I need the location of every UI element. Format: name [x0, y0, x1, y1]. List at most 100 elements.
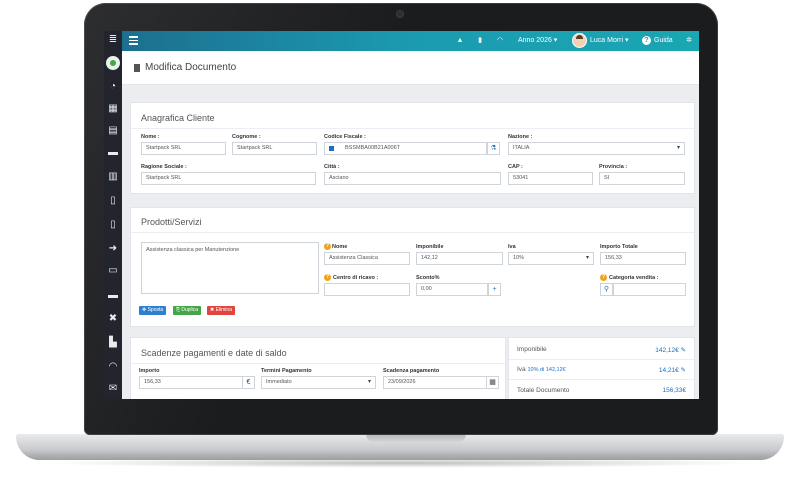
categoria-field[interactable]: [613, 283, 686, 296]
warning-icon: ?: [324, 243, 331, 250]
laptop-base-notch: [366, 434, 466, 442]
briefcase-icon[interactable]: ▬: [107, 147, 119, 159]
page-title: Modifica Documento: [145, 62, 237, 73]
citta-field[interactable]: Asciano: [324, 172, 501, 185]
app-logo-icon[interactable]: [106, 56, 120, 70]
divider: [131, 232, 694, 233]
chevron-down-icon: ▾: [367, 379, 371, 385]
importo-totale-label: Importo Totale: [600, 244, 638, 250]
login-icon[interactable]: ➜: [107, 243, 119, 255]
sidebar: ≣ ◔ ▦ ▤ ▬ ▥ ▯ ▯ ➜ ▭ ▬ ✖ ▙ ◠ ✉: [104, 31, 122, 399]
product-name-label: Nome: [332, 244, 348, 250]
imponibile-label: Imponibile: [416, 244, 444, 250]
file-icon[interactable]: ▯: [107, 195, 119, 207]
cognome-label: Cognome :: [232, 134, 261, 140]
sconto-field[interactable]: 0,00: [416, 283, 488, 296]
citta-label: Città :: [324, 164, 340, 170]
sidebar-menu-icon[interactable]: ≣: [107, 34, 119, 46]
centro-ricavo-field[interactable]: [324, 283, 410, 296]
headset-icon[interactable]: ◠: [107, 361, 119, 373]
mail-icon[interactable]: ✉: [107, 383, 119, 395]
help-icon[interactable]: ?: [642, 36, 651, 45]
calendar-icon[interactable]: ▦: [107, 103, 119, 115]
headset-icon[interactable]: ◠: [496, 37, 504, 45]
bell-icon[interactable]: ▲: [456, 37, 464, 45]
elimina-button[interactable]: ✖ Elimina: [207, 306, 235, 315]
ragione-sociale-field[interactable]: Startpack SRL: [141, 172, 316, 185]
termini-label: Termini Pagamento: [261, 368, 312, 374]
hamburger-menu-icon[interactable]: [129, 36, 138, 45]
screen: ≣ ◔ ▦ ▤ ▬ ▥ ▯ ▯ ➜ ▭ ▬ ✖ ▙ ◠ ✉ ▲ ▮ ◠ Anno…: [104, 31, 699, 399]
importo-totale-field[interactable]: 156,33: [600, 252, 686, 265]
divider: [131, 363, 505, 364]
payment-importo-field[interactable]: 156,33: [139, 376, 243, 389]
ragione-sociale-label: Ragione Sociale :: [141, 164, 187, 170]
scadenza-field[interactable]: 23/09/2026: [383, 376, 487, 389]
products-card: Prodotti/Servizi Assistenza classica per…: [130, 207, 695, 327]
year-selector[interactable]: Anno 2026 ▾: [518, 31, 557, 51]
gears-icon[interactable]: ✲: [685, 37, 693, 45]
chart-icon[interactable]: ▙: [107, 337, 119, 349]
cognome-field[interactable]: Startpack SRL: [232, 142, 317, 155]
description-textarea[interactable]: Assistenza classica per Manutenzione: [141, 242, 319, 294]
clipboard-icon[interactable]: ▤: [107, 125, 119, 137]
sconto-add-button[interactable]: +: [488, 283, 501, 296]
box-icon[interactable]: ▬: [107, 290, 119, 302]
iva-summary-detail: 10% di 142,12€: [527, 367, 566, 373]
divider: [509, 379, 694, 380]
divider: [509, 359, 694, 360]
imponibile-summary-value[interactable]: 142,12€ ✎: [655, 346, 686, 354]
book-icon[interactable]: ▮: [476, 37, 484, 45]
top-bar: ▲ ▮ ◠ Anno 2026 ▾ Luca Morri ▾ ? Guida ✲: [122, 31, 699, 51]
duplica-button[interactable]: ⎘ Duplica: [173, 306, 202, 315]
nazione-select[interactable]: ITALIA ▾: [508, 142, 685, 155]
iva-summary-value[interactable]: 14,21€ ✎: [659, 366, 686, 374]
customer-card: Anagrafica Cliente Nome : Startpack SRL …: [130, 102, 695, 194]
user-menu[interactable]: Luca Morri ▾: [590, 31, 629, 51]
sposta-button[interactable]: ✥ Sposta: [139, 306, 167, 315]
cf-lookup-button[interactable]: ⚗: [487, 142, 500, 155]
iva-summary-amount: 14,21€: [658, 367, 679, 374]
cap-field[interactable]: 53041: [508, 172, 593, 185]
imponibile-summary-amount: 142,12€: [655, 347, 679, 354]
categoria-label: Categoria vendita :: [609, 275, 659, 281]
totale-summary-label: Totale Documento: [517, 387, 570, 394]
warning-icon: ?: [600, 274, 607, 281]
laptop-base: [16, 434, 784, 460]
cap-label: CAP :: [508, 164, 523, 170]
iva-summary-label: Iva: [517, 366, 526, 373]
iva-select[interactable]: 10% ▾: [508, 252, 594, 265]
provincia-label: Provincia :: [599, 164, 628, 170]
totale-summary-value: 156,33€: [662, 387, 687, 394]
codice-fiscale-label: Codice Fiscale :: [324, 134, 366, 140]
product-name-field[interactable]: Assistenza Classica: [324, 252, 410, 265]
iva-value: 10%: [513, 255, 525, 261]
file-text-icon[interactable]: ▯: [107, 219, 119, 231]
centro-ricavo-label: Centro di ricavo :: [333, 275, 379, 281]
nazione-label: Nazione :: [508, 134, 533, 140]
edit-icon[interactable]: ✎: [681, 347, 686, 354]
codice-fiscale-field[interactable]: BSSMBA00B21A006T: [324, 142, 487, 155]
nazione-value: ITALIA: [513, 145, 530, 151]
termini-select[interactable]: Immediato ▾: [261, 376, 376, 389]
calculator-icon[interactable]: [329, 146, 334, 151]
iva-label: Iva: [508, 244, 516, 250]
user-avatar[interactable]: [573, 34, 586, 47]
nome-field[interactable]: Startpack SRL: [141, 142, 226, 155]
search-icon[interactable]: ⚲: [600, 283, 613, 296]
chevron-down-icon: ▾: [585, 255, 589, 261]
imponibile-field[interactable]: 142,12: [416, 252, 503, 265]
warning-icon: ?: [324, 274, 331, 281]
nome-label: Nome :: [141, 134, 160, 140]
currency-addon: €: [242, 376, 255, 389]
provincia-field[interactable]: SI: [599, 172, 685, 185]
tools-icon[interactable]: ✖: [107, 313, 119, 325]
dashboard-icon[interactable]: ◔: [107, 81, 119, 93]
document-icon[interactable]: ▥: [107, 171, 119, 183]
calendar-icon[interactable]: ▦: [486, 376, 499, 389]
page-header: Modifica Documento: [122, 51, 699, 85]
divider: [131, 128, 694, 129]
help-link[interactable]: Guida: [654, 31, 673, 51]
ticket-icon[interactable]: ▭: [107, 265, 119, 277]
edit-icon[interactable]: ✎: [681, 367, 686, 374]
